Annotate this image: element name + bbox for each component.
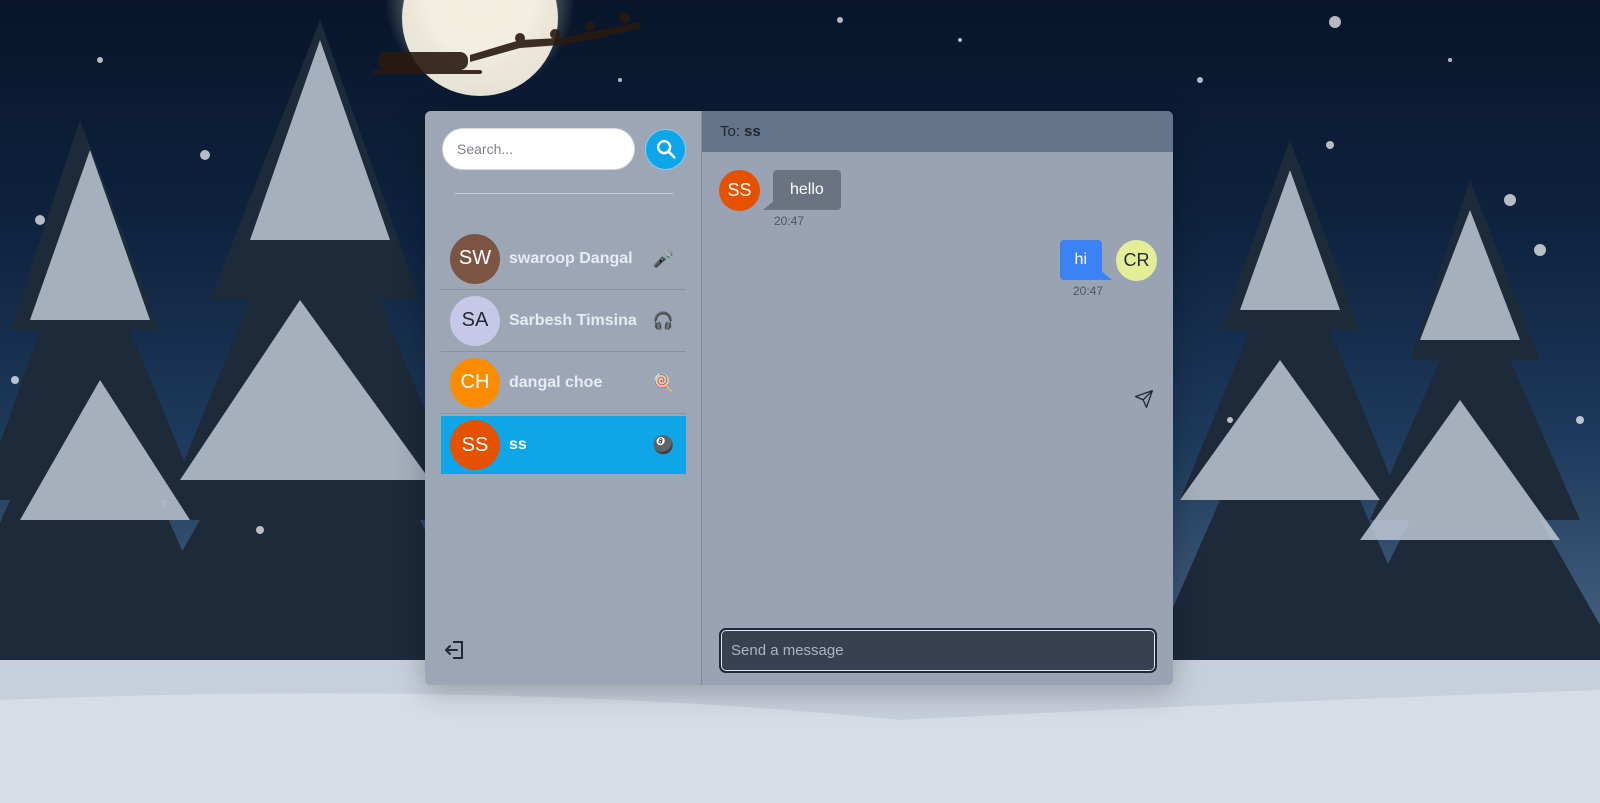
sidebar: SW swaroop Dangal 🎤 SA Sarbesh Timsina 🎧… — [425, 111, 702, 685]
search-button[interactable] — [645, 128, 686, 170]
avatar: SS — [450, 420, 500, 470]
avatar: SA — [450, 295, 500, 346]
conversation-item[interactable]: CH dangal choe 🍭 — [441, 352, 686, 414]
message-timestamp: 20:47 — [774, 214, 805, 228]
sidebar-divider — [455, 193, 673, 194]
chat-window: SW swaroop Dangal 🎤 SA Sarbesh Timsina 🎧… — [425, 111, 1173, 685]
conversation-name: dangal choe — [509, 373, 603, 391]
conversation-name: Sarbesh Timsina — [509, 311, 637, 329]
message-outgoing: hi CR — [1059, 240, 1157, 281]
search-input[interactable] — [442, 128, 635, 170]
chat-panel: To: ss SS hello 20:47 hi CR 20:47 — [702, 111, 1173, 685]
avatar: SS — [719, 170, 760, 211]
message-bubble: hello — [763, 170, 841, 210]
logout-button[interactable] — [443, 638, 467, 667]
recipient-name: ss — [744, 123, 761, 140]
microphone-icon: 🎤 — [652, 249, 674, 268]
message-incoming: SS hello — [719, 170, 841, 211]
to-label: To: — [720, 123, 741, 140]
message-input[interactable] — [719, 628, 1157, 673]
logout-icon — [445, 641, 463, 659]
conversation-name: ss — [509, 436, 527, 453]
conversation-name: swaroop Dangal — [509, 249, 633, 267]
avatar: SW — [450, 233, 500, 284]
search-icon — [656, 140, 676, 159]
pool-8-ball-icon: 🎱 — [652, 435, 674, 455]
send-button[interactable] — [1134, 389, 1154, 414]
message-bubble: hi — [1059, 240, 1113, 280]
conversation-item[interactable]: SA Sarbesh Timsina 🎧 — [441, 290, 686, 352]
send-icon — [1135, 390, 1153, 408]
conversation-item-active[interactable]: SS ss 🎱 — [441, 416, 686, 474]
avatar: CR — [1116, 240, 1157, 281]
avatar: CH — [450, 357, 500, 408]
message-timestamp: 20:47 — [1072, 284, 1103, 298]
conversation-item[interactable]: SW swaroop Dangal 🎤 — [441, 228, 686, 290]
headphones-icon: 🎧 — [652, 311, 674, 330]
search-bar — [442, 128, 686, 170]
lollipop-icon: 🍭 — [652, 373, 674, 392]
conversation-list: SW swaroop Dangal 🎤 SA Sarbesh Timsina 🎧… — [441, 228, 686, 474]
chat-header: To: ss — [702, 111, 1173, 152]
